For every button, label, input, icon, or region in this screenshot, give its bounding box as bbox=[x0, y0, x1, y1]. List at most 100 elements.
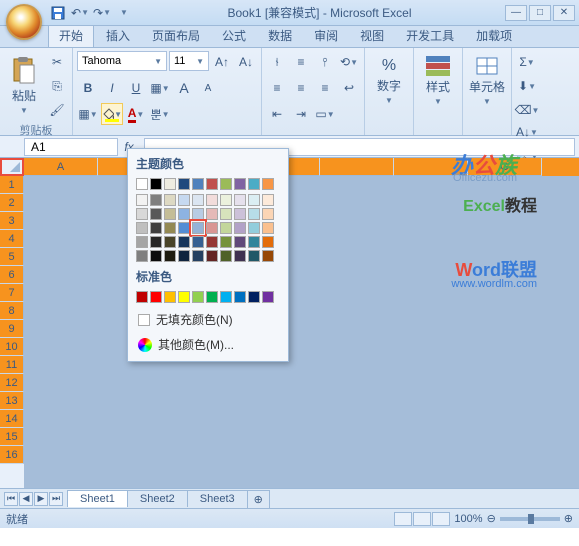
sheet-tab-1[interactable]: Sheet1 bbox=[67, 490, 128, 507]
view-layout-icon[interactable] bbox=[413, 512, 431, 526]
align-right-icon[interactable]: ≡ bbox=[314, 77, 336, 99]
color-swatch[interactable] bbox=[206, 194, 218, 206]
undo-icon[interactable]: ↶▼ bbox=[70, 3, 90, 23]
row-header[interactable]: 4 bbox=[0, 230, 24, 248]
color-swatch[interactable] bbox=[206, 291, 218, 303]
row-header[interactable]: 5 bbox=[0, 248, 24, 266]
cut-icon[interactable]: ✂ bbox=[46, 51, 68, 73]
styles-button[interactable]: 样式▼ bbox=[418, 51, 458, 111]
qat-customize-icon[interactable]: ▼ bbox=[114, 3, 134, 23]
name-box[interactable]: A1 bbox=[24, 138, 118, 156]
clear-icon[interactable]: ⌫▼ bbox=[516, 99, 538, 121]
view-pagebreak-icon[interactable] bbox=[432, 512, 450, 526]
color-swatch[interactable] bbox=[248, 208, 260, 220]
color-swatch[interactable] bbox=[248, 236, 260, 248]
autosum-icon[interactable]: Σ▼ bbox=[516, 51, 538, 73]
color-swatch[interactable] bbox=[248, 194, 260, 206]
underline-button[interactable]: U bbox=[125, 77, 147, 99]
maximize-button[interactable]: □ bbox=[529, 5, 551, 21]
row-header[interactable]: 13 bbox=[0, 392, 24, 410]
color-swatch[interactable] bbox=[136, 236, 148, 248]
color-swatch[interactable] bbox=[164, 208, 176, 220]
color-swatch[interactable] bbox=[150, 250, 162, 262]
align-bottom-icon[interactable]: ⫯ bbox=[314, 51, 336, 73]
color-swatch[interactable] bbox=[206, 236, 218, 248]
format-painter-icon[interactable]: 🖌 bbox=[46, 99, 68, 121]
row-header[interactable]: 3 bbox=[0, 212, 24, 230]
column-header[interactable]: A bbox=[24, 158, 98, 176]
row-header[interactable]: 8 bbox=[0, 302, 24, 320]
color-swatch[interactable] bbox=[150, 236, 162, 248]
office-button[interactable] bbox=[6, 4, 42, 40]
color-swatch[interactable] bbox=[150, 208, 162, 220]
color-swatch[interactable] bbox=[234, 250, 246, 262]
more-colors-item[interactable]: 其他颜色(M)... bbox=[132, 332, 284, 357]
tab-addins[interactable]: 加载项 bbox=[466, 24, 522, 47]
zoom-out-button[interactable]: ⊖ bbox=[487, 512, 496, 525]
sheet-nav-next[interactable]: ▶ bbox=[34, 492, 48, 506]
align-top-icon[interactable]: ⫮ bbox=[266, 51, 288, 73]
color-swatch[interactable] bbox=[192, 178, 204, 190]
tab-home[interactable]: 开始 bbox=[48, 23, 94, 47]
color-swatch[interactable] bbox=[192, 291, 204, 303]
tab-insert[interactable]: 插入 bbox=[96, 24, 140, 47]
row-header[interactable]: 15 bbox=[0, 428, 24, 446]
color-swatch[interactable] bbox=[178, 222, 190, 234]
color-swatch[interactable] bbox=[136, 208, 148, 220]
row-header[interactable]: 10 bbox=[0, 338, 24, 356]
color-swatch[interactable] bbox=[192, 250, 204, 262]
row-header[interactable]: 6 bbox=[0, 266, 24, 284]
tab-layout[interactable]: 页面布局 bbox=[142, 24, 210, 47]
sheet-tab-2[interactable]: Sheet2 bbox=[127, 490, 188, 507]
color-swatch[interactable] bbox=[248, 222, 260, 234]
color-swatch[interactable] bbox=[178, 250, 190, 262]
row-header[interactable]: 12 bbox=[0, 374, 24, 392]
color-swatch[interactable] bbox=[262, 178, 274, 190]
row-header[interactable]: 9 bbox=[0, 320, 24, 338]
color-swatch[interactable] bbox=[220, 178, 232, 190]
color-swatch[interactable] bbox=[136, 250, 148, 262]
font-color-button[interactable]: A▼ bbox=[125, 103, 147, 125]
minimize-button[interactable]: ― bbox=[505, 5, 527, 21]
row-header[interactable]: 11 bbox=[0, 356, 24, 374]
cells-button[interactable]: 单元格▼ bbox=[467, 51, 507, 111]
color-swatch[interactable] bbox=[248, 250, 260, 262]
decrease-font-icon[interactable]: A↓ bbox=[235, 51, 257, 73]
color-swatch[interactable] bbox=[164, 194, 176, 206]
color-swatch[interactable] bbox=[262, 222, 274, 234]
color-swatch[interactable] bbox=[192, 208, 204, 220]
border-icon[interactable]: ▦▼ bbox=[149, 77, 171, 99]
color-swatch[interactable] bbox=[136, 194, 148, 206]
color-swatch[interactable] bbox=[262, 194, 274, 206]
color-swatch[interactable] bbox=[164, 236, 176, 248]
paste-button[interactable]: 粘贴 ▼ bbox=[4, 56, 44, 116]
orientation-icon[interactable]: ⟲▼ bbox=[338, 51, 360, 73]
color-swatch[interactable] bbox=[220, 208, 232, 220]
tab-view[interactable]: 视图 bbox=[350, 24, 394, 47]
color-swatch[interactable] bbox=[234, 236, 246, 248]
color-swatch[interactable] bbox=[220, 250, 232, 262]
color-swatch[interactable] bbox=[192, 222, 204, 234]
redo-icon[interactable]: ↷▼ bbox=[92, 3, 112, 23]
tab-formulas[interactable]: 公式 bbox=[212, 24, 256, 47]
row-header[interactable]: 16 bbox=[0, 446, 24, 464]
color-swatch[interactable] bbox=[220, 222, 232, 234]
bold-button[interactable]: B bbox=[77, 77, 99, 99]
color-swatch[interactable] bbox=[234, 222, 246, 234]
number-format-button[interactable]: % 数字▼ bbox=[369, 51, 409, 111]
color-swatch[interactable] bbox=[164, 291, 176, 303]
color-swatch[interactable] bbox=[164, 178, 176, 190]
color-swatch[interactable] bbox=[178, 194, 190, 206]
select-all-button[interactable] bbox=[0, 158, 24, 176]
fill-down-icon[interactable]: ⬇▼ bbox=[516, 75, 538, 97]
font-shrink-icon[interactable]: A bbox=[197, 77, 219, 99]
wrap-text-icon[interactable]: ↩ bbox=[338, 77, 360, 99]
color-swatch[interactable] bbox=[234, 194, 246, 206]
tab-data[interactable]: 数据 bbox=[258, 24, 302, 47]
increase-indent-icon[interactable]: ⇥ bbox=[290, 103, 312, 125]
color-swatch[interactable] bbox=[220, 291, 232, 303]
color-swatch[interactable] bbox=[206, 208, 218, 220]
sheet-nav-first[interactable]: ⏮ bbox=[4, 492, 18, 506]
color-swatch[interactable] bbox=[164, 250, 176, 262]
color-swatch[interactable] bbox=[262, 291, 274, 303]
